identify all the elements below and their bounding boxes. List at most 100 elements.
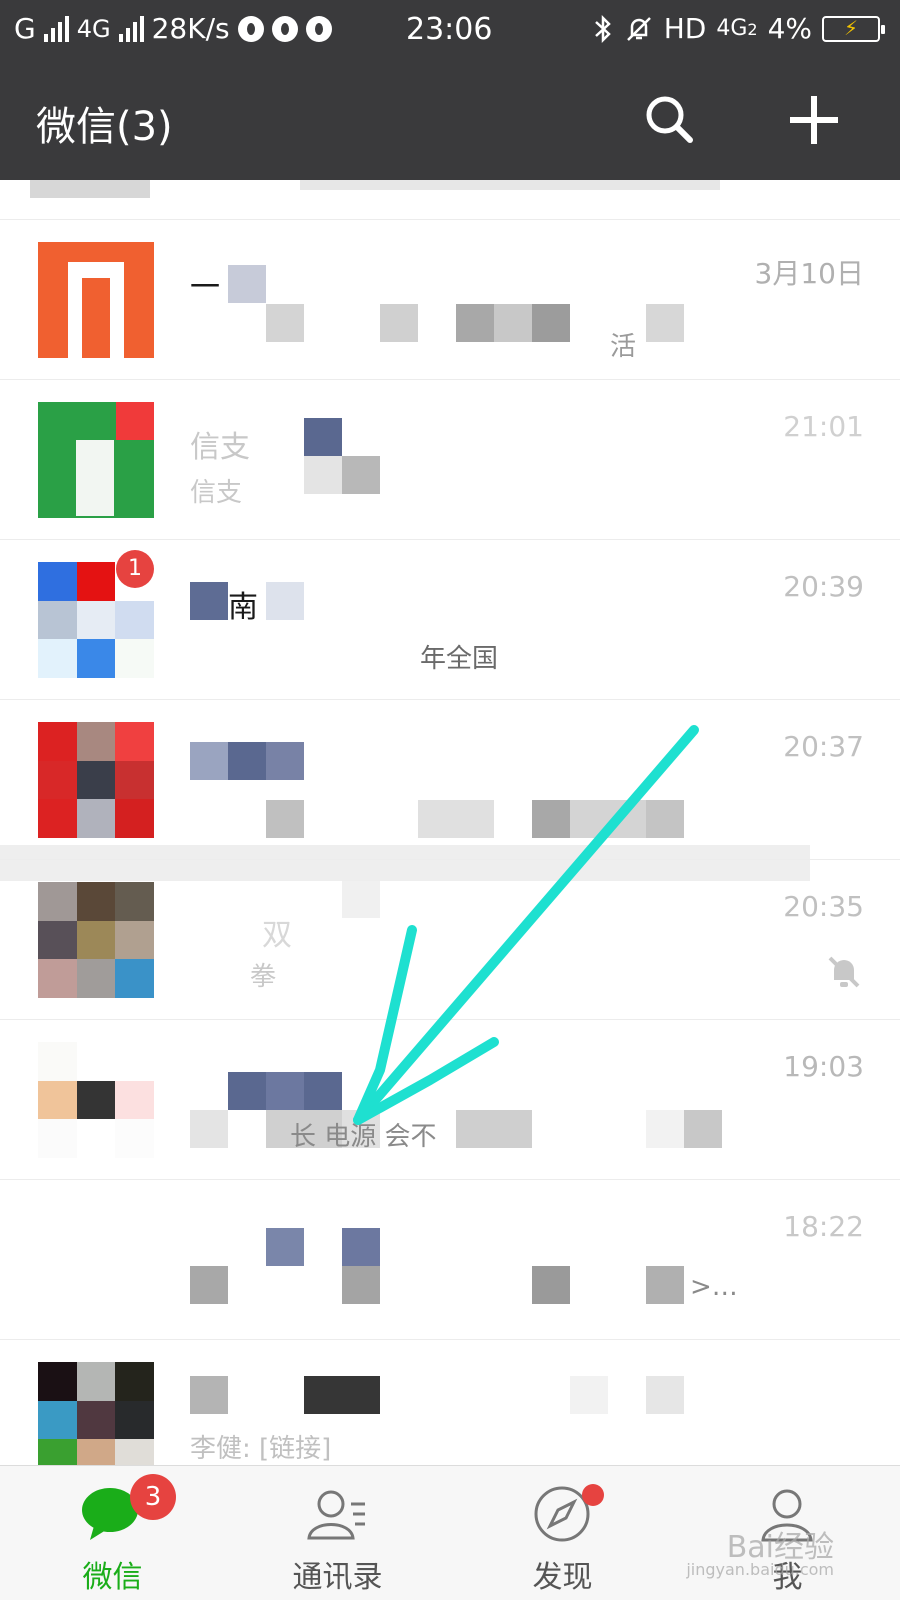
watermark-url: jingyan.baidu.com — [686, 1560, 834, 1579]
mosaic-block — [342, 1266, 380, 1304]
avatar — [38, 1042, 154, 1158]
mosaic-block — [646, 1376, 684, 1414]
mosaic-block — [190, 1266, 228, 1304]
plus-icon[interactable] — [784, 90, 844, 150]
avatar — [38, 1202, 154, 1318]
chat-time: 18:22 — [783, 1210, 864, 1243]
mosaic-block — [684, 1110, 722, 1148]
chat-preview: >… — [690, 1272, 738, 1302]
tab-label: 微信 — [82, 1560, 143, 1595]
status-right: HD 4G2 4% ⚡ — [592, 12, 885, 45]
mosaic-block — [304, 1072, 342, 1110]
chat-preview: 年全国 — [420, 644, 499, 674]
mosaic-block — [304, 1376, 380, 1414]
bluetooth-icon — [594, 14, 611, 43]
chat-preview: 李健: [链接] — [190, 1434, 332, 1464]
chat-row[interactable]: 20:37 — [0, 700, 900, 860]
chat-name: 一 — [190, 270, 220, 305]
mosaic-block — [646, 1110, 684, 1148]
mosaic-block — [532, 304, 570, 342]
chat-time: 20:37 — [783, 730, 864, 763]
page-title: 微信(3) — [36, 104, 173, 150]
notification-icon — [271, 15, 298, 42]
mosaic-block — [494, 304, 532, 342]
battery-percent: 4% — [767, 12, 812, 45]
bell-off-icon — [626, 16, 651, 41]
mosaic-block — [418, 800, 494, 838]
mosaic-block — [342, 1228, 380, 1266]
app-header: 微信(3) — [0, 60, 900, 180]
avatar — [38, 882, 154, 998]
blurred-text — [300, 180, 720, 190]
chat-name: 信支 — [190, 430, 250, 465]
chat-time: 21:01 — [783, 410, 864, 443]
avatar-shape — [76, 440, 114, 516]
mosaic-block — [304, 418, 342, 456]
mosaic-block — [190, 1376, 228, 1414]
status-left: G 4G 28K/s — [14, 12, 332, 45]
mosaic-block — [456, 1110, 532, 1148]
chat-row[interactable]: 长 电源 会不 19:03 — [0, 1020, 900, 1180]
chat-row[interactable]: 信支 信支 21:01 — [0, 380, 900, 540]
avatar — [38, 242, 154, 358]
chat-row[interactable]: 李健: [链接] — [0, 1340, 900, 1465]
carrier-label: G — [14, 12, 36, 45]
clock: 23:06 — [406, 12, 493, 47]
mosaic-block — [304, 456, 342, 494]
chat-preview: 长 电源 会不 — [290, 1122, 437, 1152]
chat-preview: 拳 — [250, 962, 277, 992]
mosaic-block — [190, 742, 228, 780]
contacts-icon — [307, 1490, 365, 1540]
chat-row[interactable]: >… 18:22 — [0, 1180, 900, 1340]
notification-dot — [582, 1484, 604, 1506]
carrier-4g-label: 4G — [76, 14, 111, 43]
network-speed: 28K/s — [151, 12, 230, 45]
avatar — [38, 1362, 154, 1465]
network-sim-label: 2 — [747, 20, 758, 39]
network-type-label: 4G — [716, 16, 748, 41]
chat-time: 19:03 — [783, 1050, 864, 1083]
tab-discover[interactable]: 发现 — [450, 1466, 675, 1600]
mosaic-block — [342, 880, 380, 918]
mosaic-block — [646, 1266, 684, 1304]
chat-name: 双 — [262, 918, 292, 953]
mosaic-block — [228, 265, 266, 303]
mosaic-block — [266, 1072, 304, 1110]
chat-row-partial[interactable] — [0, 180, 900, 220]
chat-time: 20:35 — [783, 890, 864, 923]
chat-time: 20:39 — [783, 570, 864, 603]
chat-name: 南 — [228, 590, 258, 625]
search-icon[interactable] — [640, 90, 700, 150]
signal-icon-2 — [118, 15, 144, 42]
tab-label: 发现 — [532, 1560, 593, 1595]
mosaic-block — [646, 800, 684, 838]
mute-icon — [828, 956, 860, 988]
notification-icon — [237, 15, 264, 42]
avatar — [38, 402, 154, 518]
chat-row[interactable]: 一 活 3月10日 — [0, 220, 900, 380]
mosaic-block — [456, 304, 494, 342]
avatar-shape — [116, 402, 154, 440]
mosaic-block — [570, 800, 646, 838]
mosaic-block — [646, 304, 684, 342]
hd-label: HD — [663, 12, 707, 45]
scroll-blur-band — [0, 845, 810, 881]
mosaic-block — [190, 582, 228, 620]
avatar — [38, 722, 154, 838]
tab-chats[interactable]: 3 微信 — [0, 1466, 225, 1600]
avatar — [30, 180, 150, 198]
mosaic-block — [190, 1110, 228, 1148]
tab-contacts[interactable]: 通讯录 — [225, 1466, 450, 1600]
battery-icon: ⚡ — [822, 15, 885, 42]
mosaic-block — [228, 742, 266, 780]
mosaic-block — [532, 800, 570, 838]
mosaic-block — [266, 582, 304, 620]
chat-list[interactable]: 一 活 3月10日 信支 信支 21:01 1 南 年全国 20:39 20:3… — [0, 180, 900, 1465]
chat-preview: 活 — [610, 332, 637, 362]
mosaic-block — [228, 1072, 266, 1110]
chat-row[interactable]: 双 拳 20:35 — [0, 860, 900, 1020]
unread-badge: 3 — [130, 1474, 176, 1520]
notification-icon — [305, 15, 332, 42]
mosaic-block — [532, 1266, 570, 1304]
chat-row[interactable]: 1 南 年全国 20:39 — [0, 540, 900, 700]
